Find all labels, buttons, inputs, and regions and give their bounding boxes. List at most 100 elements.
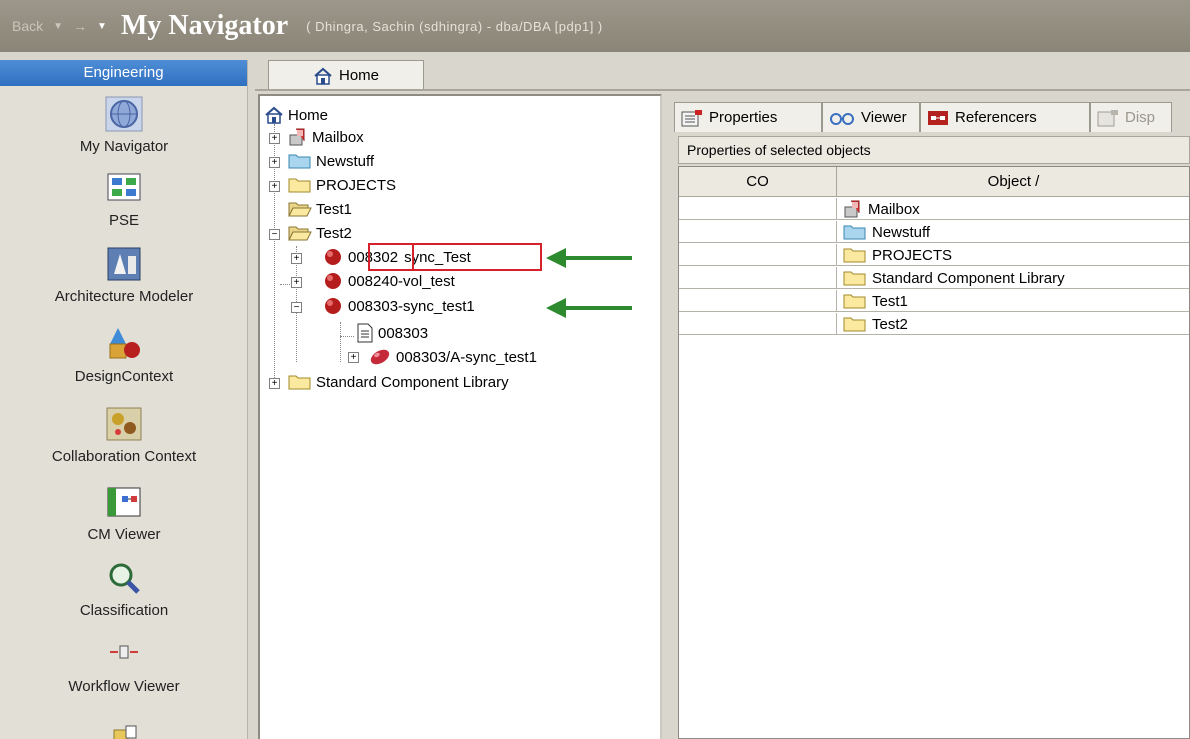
folder-icon: [843, 248, 866, 263]
column-header-co[interactable]: CO: [679, 167, 837, 197]
table-row[interactable]: Test1: [679, 290, 1189, 312]
annotation-highlight-box: [412, 243, 542, 271]
expand-toggle[interactable]: +: [348, 352, 359, 363]
tab-divider: [255, 89, 1190, 91]
tree-node-008303-sync-test1[interactable]: 008303-sync_test1: [322, 295, 475, 317]
nav-controls: Back ▼ → ▼: [12, 18, 107, 34]
tree-node-mailbox[interactable]: Mailbox: [288, 126, 364, 148]
cm-viewer-icon: [107, 487, 141, 517]
tab-properties[interactable]: Properties: [674, 102, 822, 132]
tree-node-test2[interactable]: Test2: [288, 222, 352, 244]
revision-icon: [370, 349, 390, 365]
tab-viewer[interactable]: Viewer: [822, 102, 920, 132]
tree-node-standard-component-library[interactable]: Standard Component Library: [288, 371, 509, 393]
sidebar-item-label: DesignContext: [74, 368, 174, 385]
sidebar-item-workflow-viewer[interactable]: Workflow Viewer: [0, 636, 248, 695]
expand-toggle[interactable]: +: [291, 253, 302, 264]
tree-node-label: Newstuff: [316, 152, 375, 170]
tree-node-home[interactable]: Home: [264, 104, 328, 126]
tree-node-label: Test2: [316, 224, 352, 242]
sidebar-item-my-navigator[interactable]: My Navigator: [0, 96, 248, 155]
workflow-icon: [110, 645, 138, 659]
tree-node-test1[interactable]: Test1: [288, 198, 352, 220]
details-panel: Properties Viewer Referencers Disp Prope…: [668, 94, 1190, 739]
tree-node-projects[interactable]: PROJECTS: [288, 174, 396, 196]
expand-toggle[interactable]: +: [291, 277, 302, 288]
tree-node-008303-a-sync-test1[interactable]: 008303/A-sync_test1: [368, 346, 537, 368]
next-sidebar-icon[interactable]: [104, 724, 144, 739]
folder-icon: [843, 317, 866, 332]
object-label: PROJECTS: [872, 246, 953, 264]
folder-icon: [288, 375, 311, 390]
expand-toggle[interactable]: +: [269, 378, 280, 389]
annotation-arrow-icon: [546, 248, 632, 268]
application-sidebar: Engineering My Navigator PSE Architectur…: [0, 60, 248, 739]
sidebar-item-label: Classification: [79, 602, 169, 619]
sidebar-item-classification[interactable]: Classification: [0, 560, 248, 619]
sidebar-item-designcontext[interactable]: DesignContext: [0, 326, 248, 385]
collapse-toggle[interactable]: −: [269, 229, 280, 240]
tab-home-label: Home: [338, 67, 379, 84]
table-row[interactable]: Test2: [679, 313, 1189, 335]
sidebar-item-label: Workflow Viewer: [68, 678, 180, 695]
tab-home[interactable]: Home: [268, 60, 424, 90]
sidebar-header-engineering[interactable]: Engineering: [0, 60, 247, 86]
tab-label: Disp: [1125, 109, 1156, 126]
tree-node-newstuff[interactable]: Newstuff: [288, 150, 374, 172]
tree-node-008303[interactable]: 008303: [356, 322, 428, 344]
forward-dropdown-icon[interactable]: ▼: [97, 21, 107, 32]
title-bar: Back ▼ → ▼ My Navigator ( Dhingra, Sachi…: [0, 0, 1190, 52]
folder-blue-icon: [843, 225, 866, 240]
expand-toggle[interactable]: +: [269, 181, 280, 192]
tab-label: Properties: [709, 109, 778, 126]
tree-node-008240-vol-test[interactable]: 008240-vol_test: [322, 270, 455, 292]
co-cell: [679, 221, 837, 243]
tab-label: Viewer: [861, 109, 907, 126]
tab-referencers[interactable]: Referencers: [920, 102, 1090, 132]
back-dropdown-icon[interactable]: ▼: [53, 21, 63, 32]
tab-display[interactable]: Disp: [1090, 102, 1172, 132]
sidebar-item-cm-viewer[interactable]: CM Viewer: [0, 484, 248, 543]
magnifier-icon: [109, 563, 140, 594]
globe-icon: [105, 96, 143, 132]
object-cell: Test1: [843, 290, 908, 312]
details-tabs: Properties Viewer Referencers Disp: [668, 102, 1172, 132]
app-title: My Navigator: [120, 10, 289, 41]
object-label: Test2: [872, 315, 908, 333]
expand-toggle[interactable]: +: [269, 133, 280, 144]
back-button[interactable]: Back: [12, 18, 43, 34]
user-info: ( Dhingra, Sachin (sdhingra) - dba/DBA […: [306, 18, 603, 34]
sidebar-item-architecture-modeler[interactable]: Architecture Modeler: [0, 246, 248, 305]
object-cell: PROJECTS: [843, 244, 952, 266]
table-row[interactable]: PROJECTS: [679, 244, 1189, 266]
home-icon: [265, 106, 283, 124]
table-row[interactable]: Standard Component Library: [679, 267, 1189, 289]
expand-toggle[interactable]: +: [269, 157, 280, 168]
mailbox-icon: [289, 128, 305, 146]
co-cell: [679, 290, 837, 312]
sidebar-item-collaboration-context[interactable]: Collaboration Context: [0, 406, 248, 465]
annotation-arrow-icon: [546, 298, 632, 318]
home-icon: [314, 67, 332, 85]
mailbox-icon: [844, 200, 860, 218]
column-header-object[interactable]: Object /: [837, 167, 1189, 197]
shapes-icon: [109, 328, 140, 359]
collapse-toggle[interactable]: −: [291, 302, 302, 313]
object-label: Test1: [872, 292, 908, 310]
table-row[interactable]: Mailbox: [679, 198, 1189, 220]
tree-node-label: 008303/A-sync_test1: [396, 348, 537, 366]
tree-node-label: Standard Component Library: [316, 373, 509, 391]
forward-button[interactable]: →: [73, 18, 87, 34]
sidebar-item-label: Collaboration Context: [51, 448, 197, 465]
co-cell: [679, 244, 837, 266]
properties-icon: [681, 109, 702, 126]
document-icon: [357, 323, 373, 343]
tree-node-label: Home: [288, 106, 329, 124]
properties-caption: Properties of selected objects: [678, 136, 1190, 164]
navigator-tree: Home + Mailbox + Newstuff + PROJECTS Tes…: [258, 94, 662, 739]
sidebar-item-pse[interactable]: PSE: [0, 170, 248, 229]
architecture-icon: [107, 247, 141, 281]
folder-icon: [288, 178, 311, 193]
tree-node-label: 008303: [378, 324, 429, 342]
table-row[interactable]: Newstuff: [679, 221, 1189, 243]
